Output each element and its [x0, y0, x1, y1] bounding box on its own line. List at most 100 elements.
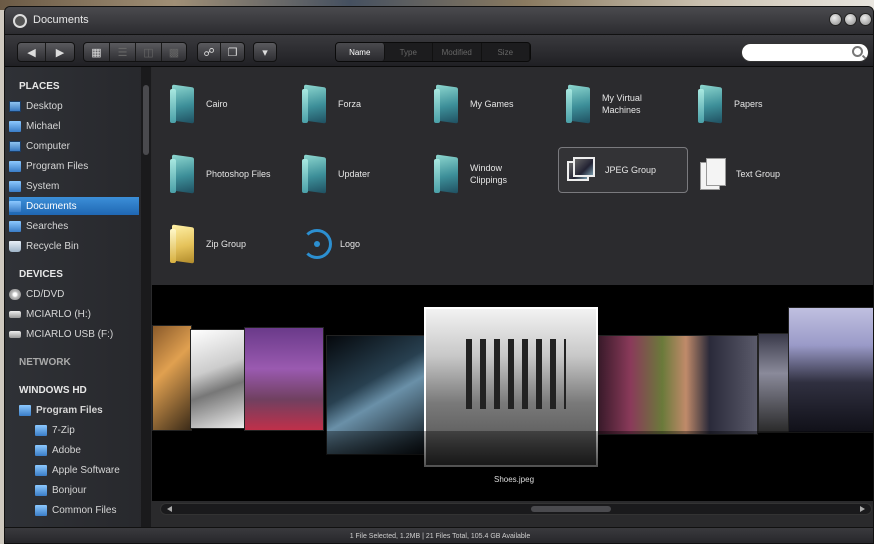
sidebar-item-usb-f[interactable]: MCIARLO USB (F:)	[9, 325, 139, 343]
cover-thumbnail[interactable]	[152, 325, 192, 431]
file-name: Window Clippings	[470, 163, 508, 185]
file-item-text-group[interactable]: Text Group	[698, 151, 828, 197]
coverflow-scroll-thumb[interactable]	[531, 506, 611, 512]
view-mode-group: ▦ ☰ ◫ ▩	[83, 42, 187, 62]
sidebar-item-documents[interactable]: Documents	[9, 197, 139, 215]
file-item-forza[interactable]: Forza	[302, 81, 432, 127]
grid-view-icon: ▦	[91, 46, 102, 59]
nav-group: ◀ ▶	[17, 42, 75, 62]
minimize-button[interactable]	[829, 13, 842, 26]
file-name: Text Group	[736, 169, 781, 179]
sidebar-item-label: Documents	[26, 200, 77, 212]
tree-item-label: Adobe	[52, 444, 81, 456]
column-view-icon: ◫	[143, 46, 154, 59]
sidebar-item-label: Searches	[26, 220, 69, 232]
file-name: JPEG Group	[605, 165, 657, 175]
sidebar-item-program-files[interactable]: Program Files	[9, 157, 139, 175]
sort-tab-size[interactable]: Size	[482, 43, 530, 61]
file-item-jpeg-group[interactable]: JPEG Group	[558, 147, 688, 193]
column-view-button[interactable]: ◫	[136, 43, 162, 61]
sidebar-item-desktop[interactable]: Desktop	[9, 97, 139, 115]
back-button[interactable]: ◀	[18, 43, 46, 61]
sort-tab-name[interactable]: Name	[336, 43, 385, 61]
search-input[interactable]	[741, 43, 869, 62]
sort-tab-type[interactable]: Type	[385, 43, 433, 61]
forward-button[interactable]: ▶	[46, 43, 74, 61]
cover-thumbnail[interactable]	[788, 307, 873, 433]
folder-icon	[434, 154, 460, 194]
sidebar-item-michael[interactable]: Michael	[9, 117, 139, 135]
sidebar-item-computer[interactable]: Computer	[9, 137, 139, 155]
folder-icon	[35, 444, 47, 456]
file-name: Cairo	[206, 99, 228, 109]
file-item-window-clippings[interactable]: Window Clippings	[434, 151, 564, 197]
sidebar-item-label: System	[26, 180, 60, 192]
maximize-button[interactable]	[844, 13, 857, 26]
coverflow-scrollbar[interactable]	[160, 503, 872, 515]
sidebar-item-cd-dvd[interactable]: CD/DVD	[9, 285, 139, 303]
cover-image-detail	[466, 339, 566, 409]
tree-item-7zip[interactable]: 7-Zip	[35, 421, 150, 439]
copy-button[interactable]: ❐	[221, 43, 244, 61]
folder-icon	[302, 84, 328, 124]
network-header[interactable]: NETWORK	[19, 357, 71, 368]
tree-item-label: Apple Software	[52, 464, 120, 476]
file-item-zip-group[interactable]: Zip Group	[170, 221, 300, 267]
status-bar: 1 File Selected, 1.2MB | 21 Files Total,…	[5, 527, 873, 543]
close-button[interactable]	[859, 13, 872, 26]
file-item-updater[interactable]: Updater	[302, 151, 432, 197]
sidebar-item-recycle-bin[interactable]: Recycle Bin	[9, 237, 139, 255]
scroll-right-arrow-icon[interactable]	[860, 506, 865, 512]
window-title: Documents	[33, 14, 89, 26]
coverflow-view-button[interactable]: ▩	[162, 43, 186, 61]
list-view-button[interactable]: ☰	[110, 43, 136, 61]
file-item-my-games[interactable]: My Games	[434, 81, 564, 127]
sidebar-item-label: Computer	[26, 140, 70, 152]
tree-item-common-files[interactable]: Common Files	[35, 501, 150, 519]
folder-icon	[434, 84, 460, 124]
file-item-my-virtual-machines[interactable]: My Virtual Machines	[566, 81, 696, 127]
disc-icon	[9, 288, 21, 300]
sidebar-scroll-thumb[interactable]	[143, 85, 149, 155]
forward-arrow-icon: ▶	[55, 46, 65, 59]
scroll-left-arrow-icon[interactable]	[167, 506, 172, 512]
folder-icon	[302, 154, 328, 194]
options-dropdown[interactable]: ▾	[254, 43, 276, 61]
zip-folder-icon	[170, 224, 196, 264]
icon-view-button[interactable]: ▦	[84, 43, 110, 61]
places-header: PLACES	[19, 81, 60, 92]
sidebar-item-label: Desktop	[26, 100, 63, 112]
windows-hd-header: WINDOWS HD	[19, 385, 87, 396]
folder-icon	[35, 424, 47, 436]
folder-icon	[698, 84, 724, 124]
cover-thumbnail[interactable]	[244, 327, 324, 431]
coverflow-viewer[interactable]: Shoes.jpeg	[152, 285, 873, 501]
sort-tab-modified[interactable]: Modified	[433, 43, 482, 61]
file-item-logo[interactable]: Logo	[302, 221, 432, 267]
file-item-papers[interactable]: Papers	[698, 81, 828, 127]
share-button[interactable]: ☍	[198, 43, 222, 61]
tree-item-program-files[interactable]: Program Files	[19, 401, 149, 419]
action-group: ☍ ❐	[197, 42, 245, 62]
tree-item-apple-software[interactable]: Apple Software	[35, 461, 150, 479]
file-item-photoshop-files[interactable]: Photoshop Files	[170, 151, 300, 197]
drive-icon	[9, 310, 21, 318]
title-bar[interactable]: Documents	[5, 7, 873, 35]
file-name: My Virtual Machines	[602, 93, 642, 115]
cover-thumbnail[interactable]	[190, 329, 246, 429]
logo-icon	[302, 229, 332, 259]
sidebar-scrollbar[interactable]	[141, 67, 151, 527]
tree-item-adobe[interactable]: Adobe	[35, 441, 150, 459]
cover-thumbnail[interactable]	[598, 335, 758, 435]
sidebar-item-drive-h[interactable]: MCIARLO (H:)	[9, 305, 139, 323]
copy-icon: ❐	[227, 46, 238, 59]
sidebar-item-system[interactable]: System	[9, 177, 139, 195]
sidebar-item-searches[interactable]: Searches	[9, 217, 139, 235]
folder-icon	[9, 160, 21, 172]
tree-item-bonjour[interactable]: Bonjour	[35, 481, 150, 499]
search-icon[interactable]	[852, 46, 863, 57]
file-item-cairo[interactable]: Cairo	[170, 81, 300, 127]
sidebar-item-label: Program Files	[26, 160, 89, 172]
chevron-down-icon: ▾	[262, 46, 268, 59]
file-name: My Games	[470, 99, 514, 109]
